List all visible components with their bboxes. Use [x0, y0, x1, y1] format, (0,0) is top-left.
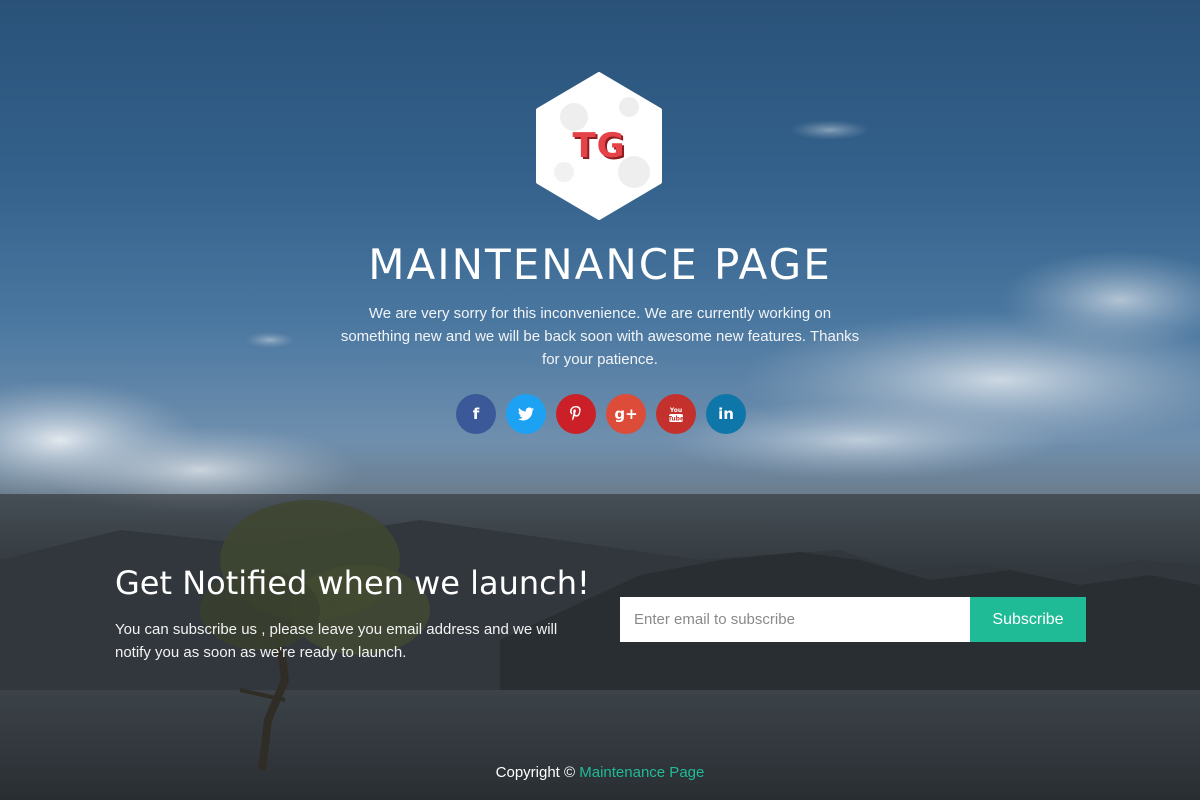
subscribe-button[interactable]: Subscribe	[970, 597, 1086, 642]
google-plus-icon[interactable]: g+	[606, 394, 646, 434]
svg-text:Tube: Tube	[668, 416, 684, 423]
linkedin-icon[interactable]: in	[706, 394, 746, 434]
footer-link[interactable]: Maintenance Page	[579, 764, 704, 781]
logo: TG	[534, 72, 664, 220]
hero-section: TG MAINTENANCE PAGE We are very sorry fo…	[0, 0, 1200, 494]
social-links: f g+ You Tube in	[456, 394, 746, 434]
notify-description: You can subscribe us , please leave you …	[115, 621, 558, 661]
svg-text:You: You	[669, 407, 682, 414]
twitter-icon[interactable]	[506, 394, 546, 434]
facebook-icon[interactable]: f	[456, 394, 496, 434]
youtube-logo-icon: You Tube	[668, 407, 684, 423]
email-input[interactable]	[620, 597, 970, 642]
pinterest-p-icon	[570, 406, 581, 421]
copyright-text: Copyright ©	[495, 764, 580, 781]
footer: Copyright © Maintenance Page	[0, 764, 1200, 781]
twitter-bird-icon	[518, 407, 534, 421]
youtube-icon[interactable]: You Tube	[656, 394, 696, 434]
pinterest-icon[interactable]	[556, 394, 596, 434]
logo-text: TG	[572, 126, 626, 166]
notify-title: Get Notified when we launch!	[115, 564, 590, 602]
page-title: MAINTENANCE PAGE	[368, 240, 832, 289]
page-description: We are very sorry for this inconvenience…	[340, 305, 860, 368]
